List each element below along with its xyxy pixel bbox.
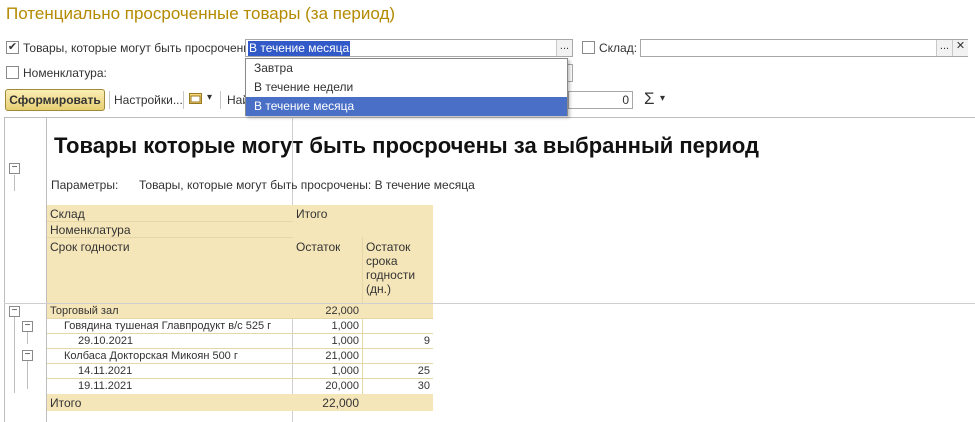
row-warehouse-qty: 22,000 <box>325 305 359 317</box>
header-warehouse: Склад <box>50 207 85 221</box>
row-item1-date-qty: 1,000 <box>331 335 359 347</box>
expire-label: Товары, которые могут быть просрочены: <box>23 41 256 55</box>
tree-line <box>14 317 15 393</box>
row-item2-date2-qty: 20,000 <box>325 380 359 392</box>
sum-arrow-icon[interactable]: ▾ <box>660 93 665 104</box>
header-nomenclature: Номенклатура <box>50 223 131 237</box>
tree-line <box>27 332 28 344</box>
row-item2-date1-days: 25 <box>417 365 430 377</box>
expire-dropdown-list[interactable]: Завтра В течение недели В течение месяца <box>245 58 568 116</box>
expire-choose-button[interactable]: ... <box>556 40 572 56</box>
dropdown-item-week[interactable]: В течение недели <box>246 78 567 97</box>
warehouse-label: Склад: <box>599 41 638 55</box>
tree-line <box>14 175 15 191</box>
nomenclature-label: Номенклатура: <box>23 66 107 80</box>
toolbar-separator <box>220 91 221 109</box>
dropdown-item-tomorrow[interactable]: Завтра <box>246 59 567 78</box>
params-label: Параметры: <box>51 178 119 192</box>
warehouse-field[interactable]: ... ✕ <box>640 39 968 57</box>
row-warehouse-name: Торговый зал <box>50 305 119 317</box>
header-total: Итого <box>296 207 328 221</box>
expire-checkbox[interactable]: ✔ <box>6 41 19 54</box>
dropdown-item-month[interactable]: В течение месяца <box>246 97 567 116</box>
header-expiry: Срок годности <box>50 240 130 254</box>
counter-value: 0 <box>622 93 629 107</box>
tree-line <box>27 361 28 389</box>
row-item1-date-days: 9 <box>423 335 430 347</box>
total-qty: 22,000 <box>322 396 359 410</box>
report-heading: Товары которые могут быть просрочены за … <box>54 133 759 158</box>
header-balance: Остаток <box>296 240 341 254</box>
toolbar-separator <box>109 91 110 109</box>
row-item1-qty: 1,000 <box>331 320 359 332</box>
row-item2-date1-qty: 1,000 <box>331 365 359 377</box>
total-label: Итого <box>50 396 82 410</box>
row-item2-date2: 19.11.2021 <box>78 380 133 392</box>
toolbar-separator <box>183 91 184 109</box>
row-item2-name: Колбаса Докторская Микоян 500 г <box>64 350 238 362</box>
collapse-header-icon[interactable]: − <box>9 163 20 174</box>
counter-field[interactable]: 0 <box>568 91 633 109</box>
warehouse-choose-button[interactable]: ... <box>936 40 952 56</box>
collapse-warehouse-icon[interactable]: − <box>9 306 20 317</box>
sum-icon[interactable]: Σ <box>644 89 655 109</box>
header-remaining-life: Остаток срока годности (дн.) <box>366 240 416 296</box>
row-item1-date: 29.10.2021 <box>78 335 134 347</box>
warehouse-clear-button[interactable]: ✕ <box>952 40 968 56</box>
params-value: Товары, которые могут быть просрочены: В… <box>139 178 475 192</box>
nomenclature-checkbox[interactable] <box>6 66 19 79</box>
settings-button[interactable]: Настройки... <box>114 93 183 107</box>
variant-arrow-icon[interactable]: ▾ <box>207 92 212 103</box>
collapse-item2-icon[interactable]: − <box>22 350 33 361</box>
expire-select-value: В течение месяца <box>248 41 351 56</box>
collapse-item1-icon[interactable]: − <box>22 321 33 332</box>
variant-icon[interactable] <box>189 92 203 105</box>
row-item2-date2-days: 30 <box>417 380 430 392</box>
page-title: Потенциально просроченные товары (за пер… <box>6 4 396 23</box>
total-row <box>47 394 433 411</box>
row-item2-date1: 14.11.2021 <box>78 365 133 377</box>
row-item2-qty: 21,000 <box>325 350 359 362</box>
warehouse-checkbox[interactable] <box>582 41 595 54</box>
generate-button[interactable]: Сформировать <box>5 89 105 111</box>
expire-select[interactable]: В течение месяца ... <box>245 39 573 57</box>
row-item1-name: Говядина тушеная Главпродукт в/с 525 г <box>64 320 272 332</box>
